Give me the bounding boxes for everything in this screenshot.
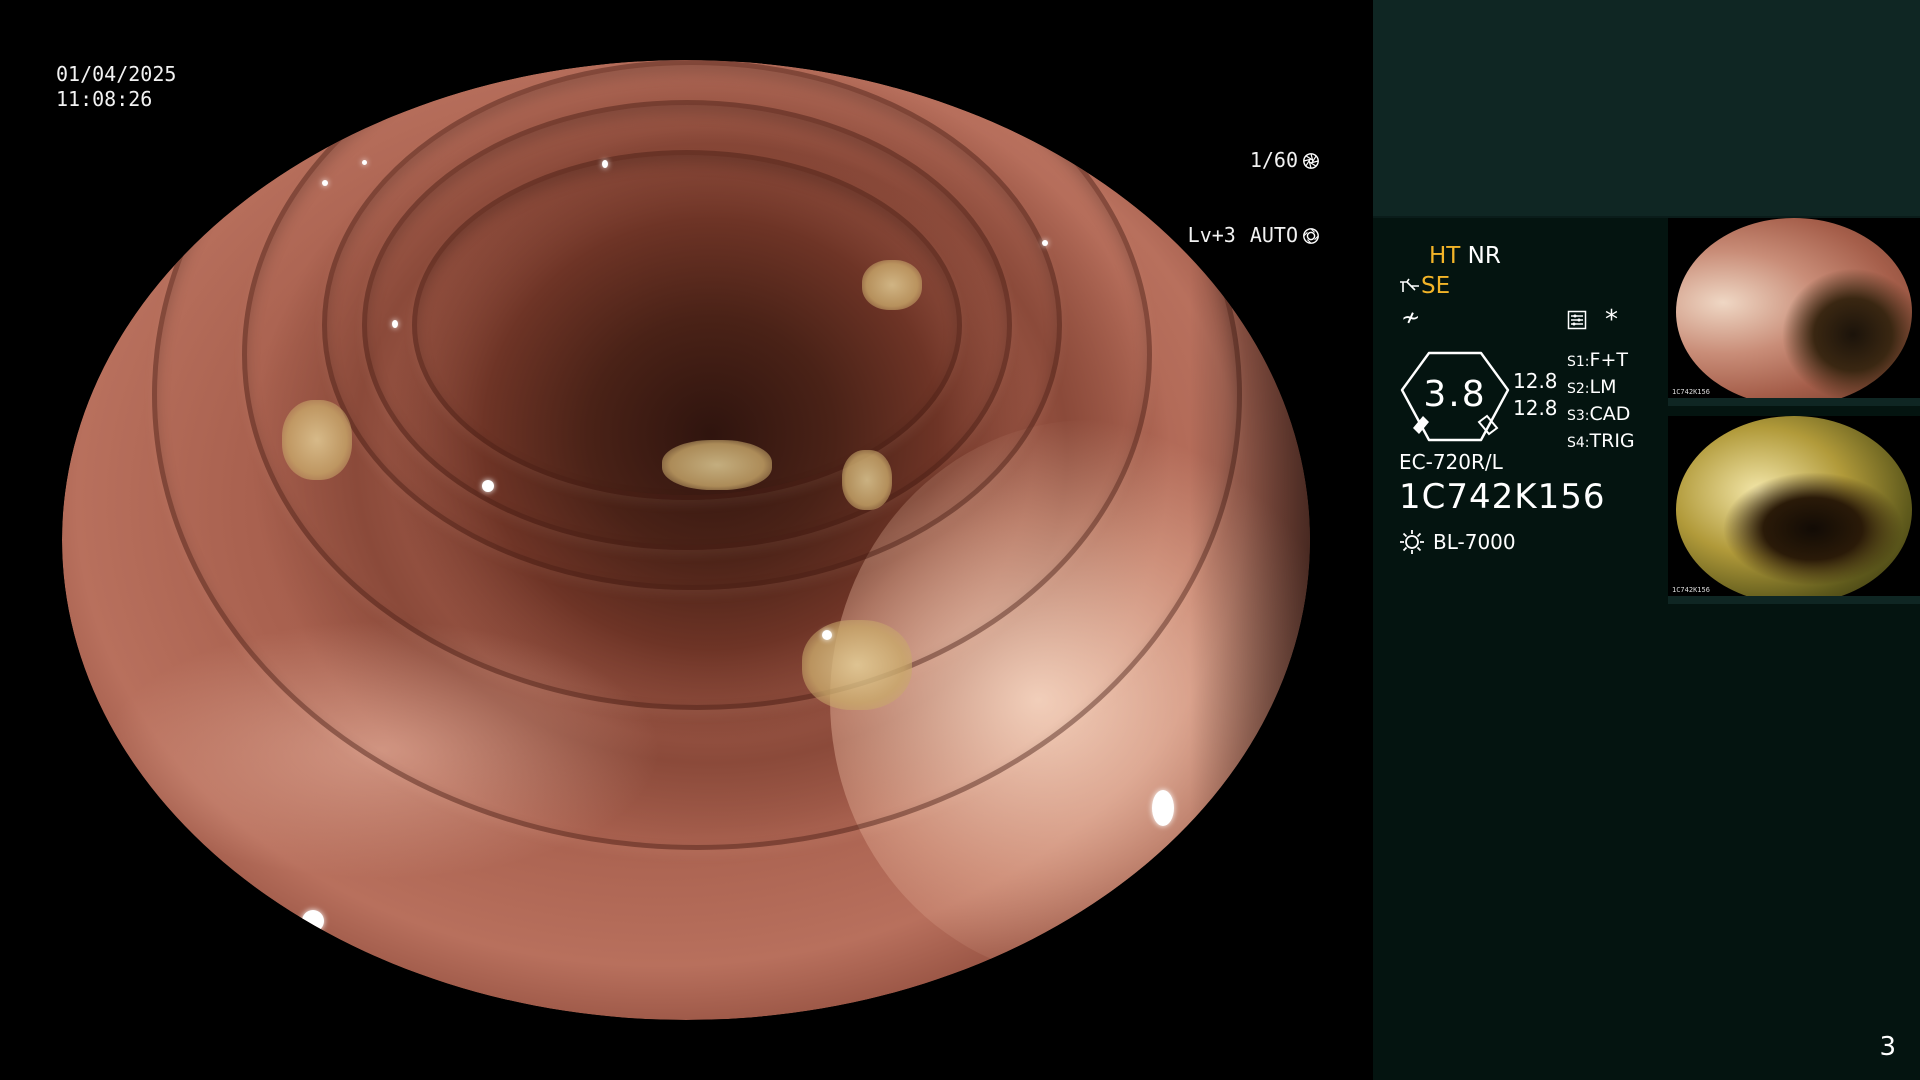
slot-key: S4: <box>1567 435 1590 451</box>
slot-s2: S2:LM <box>1567 375 1635 402</box>
asterisk-icon: * <box>1605 305 1618 335</box>
side-panel: HT NR SE ≁ * 3.8 12.8 12.8 S1:F+T S2:LM … <box>1373 0 1920 1080</box>
light-source-icon <box>1400 530 1424 554</box>
specular-highlight <box>1022 980 1034 992</box>
exposure-info: 1/60 Lv+3 AUTO <box>1188 98 1320 298</box>
se-label: SE <box>1421 273 1451 299</box>
ht-nr-line: HT NR <box>1429 242 1501 270</box>
date-time: 01/04/2025 11:08:26 <box>56 62 176 112</box>
slot-value: F+T <box>1589 349 1628 371</box>
menu-icon <box>1567 310 1587 330</box>
thumbnail-1[interactable]: 1C742K156 <box>1668 218 1920 406</box>
specular-highlight <box>392 320 398 328</box>
thumbnail-image <box>1676 218 1912 406</box>
light-source: BL-7000 <box>1399 528 1516 556</box>
status-icons: * <box>1567 306 1618 334</box>
nr-label: NR <box>1467 243 1501 269</box>
thumbnail-caption: 1C742K156 <box>1672 388 1710 396</box>
thumbnail-bar <box>1668 398 1920 406</box>
page-number: 3 <box>1879 1032 1896 1062</box>
light-source-label: BL-7000 <box>1433 530 1516 554</box>
date-text: 01/04/2025 <box>56 62 177 86</box>
scope-model: EC-720R/L <box>1399 450 1503 474</box>
se-icon <box>1400 278 1419 292</box>
scope-serial: 1C742K156 <box>1399 477 1606 517</box>
slot-key: S1: <box>1567 354 1590 370</box>
debris <box>662 440 772 490</box>
specular-highlight <box>822 630 832 640</box>
values-column: 12.8 12.8 <box>1513 368 1558 422</box>
thumbnail-bar <box>1668 596 1920 604</box>
se-line: SE <box>1399 272 1450 300</box>
debris <box>862 260 922 310</box>
debris <box>842 450 892 510</box>
specular-highlight <box>602 160 608 168</box>
endoscope-view: 01/04/2025 11:08:26 1/60 Lv+3 AUTO <box>0 0 1372 1080</box>
specular-highlight <box>322 180 328 186</box>
slot-key: S3: <box>1567 408 1590 424</box>
ht-label: HT <box>1429 243 1461 269</box>
slot-s1: S1:F+T <box>1567 348 1635 375</box>
specular-highlight <box>362 160 367 165</box>
thumbnail-2[interactable]: 1C742K156 <box>1668 416 1920 604</box>
level-text: Lv+3 <box>1187 223 1236 247</box>
panel-header-area <box>1373 0 1920 218</box>
debris <box>282 400 352 480</box>
slot-s3: S3:CAD <box>1567 402 1635 429</box>
value-2: 12.8 <box>1513 396 1558 420</box>
slot-value: LM <box>1589 376 1617 398</box>
shutter-icon <box>1303 152 1319 169</box>
thumbnail-image <box>1676 416 1912 604</box>
debris <box>802 620 912 710</box>
specular-highlight <box>302 910 324 932</box>
time-text: 11:08:26 <box>56 87 153 111</box>
slot-value: TRIG <box>1589 430 1635 452</box>
mode-text: AUTO <box>1249 223 1298 247</box>
value-1: 12.8 <box>1513 369 1558 393</box>
slot-s4: S4:TRIG <box>1567 429 1635 456</box>
thumbnail-caption: 1C742K156 <box>1672 586 1710 594</box>
gauge-value: 3.8 <box>1423 374 1487 415</box>
specular-highlight <box>482 480 494 492</box>
iris-icon <box>1303 227 1319 244</box>
slot-key: S2: <box>1567 381 1590 397</box>
switch-assignments: S1:F+T S2:LM S3:CAD S4:TRIG <box>1567 348 1635 456</box>
f-symbol: ≁ <box>1401 305 1421 331</box>
shutter-text: 1/60 <box>1249 148 1298 172</box>
specular-highlight <box>1152 790 1174 826</box>
slot-value: CAD <box>1589 403 1631 425</box>
endoscope-image <box>62 60 1310 1020</box>
specular-highlight <box>1042 240 1048 246</box>
